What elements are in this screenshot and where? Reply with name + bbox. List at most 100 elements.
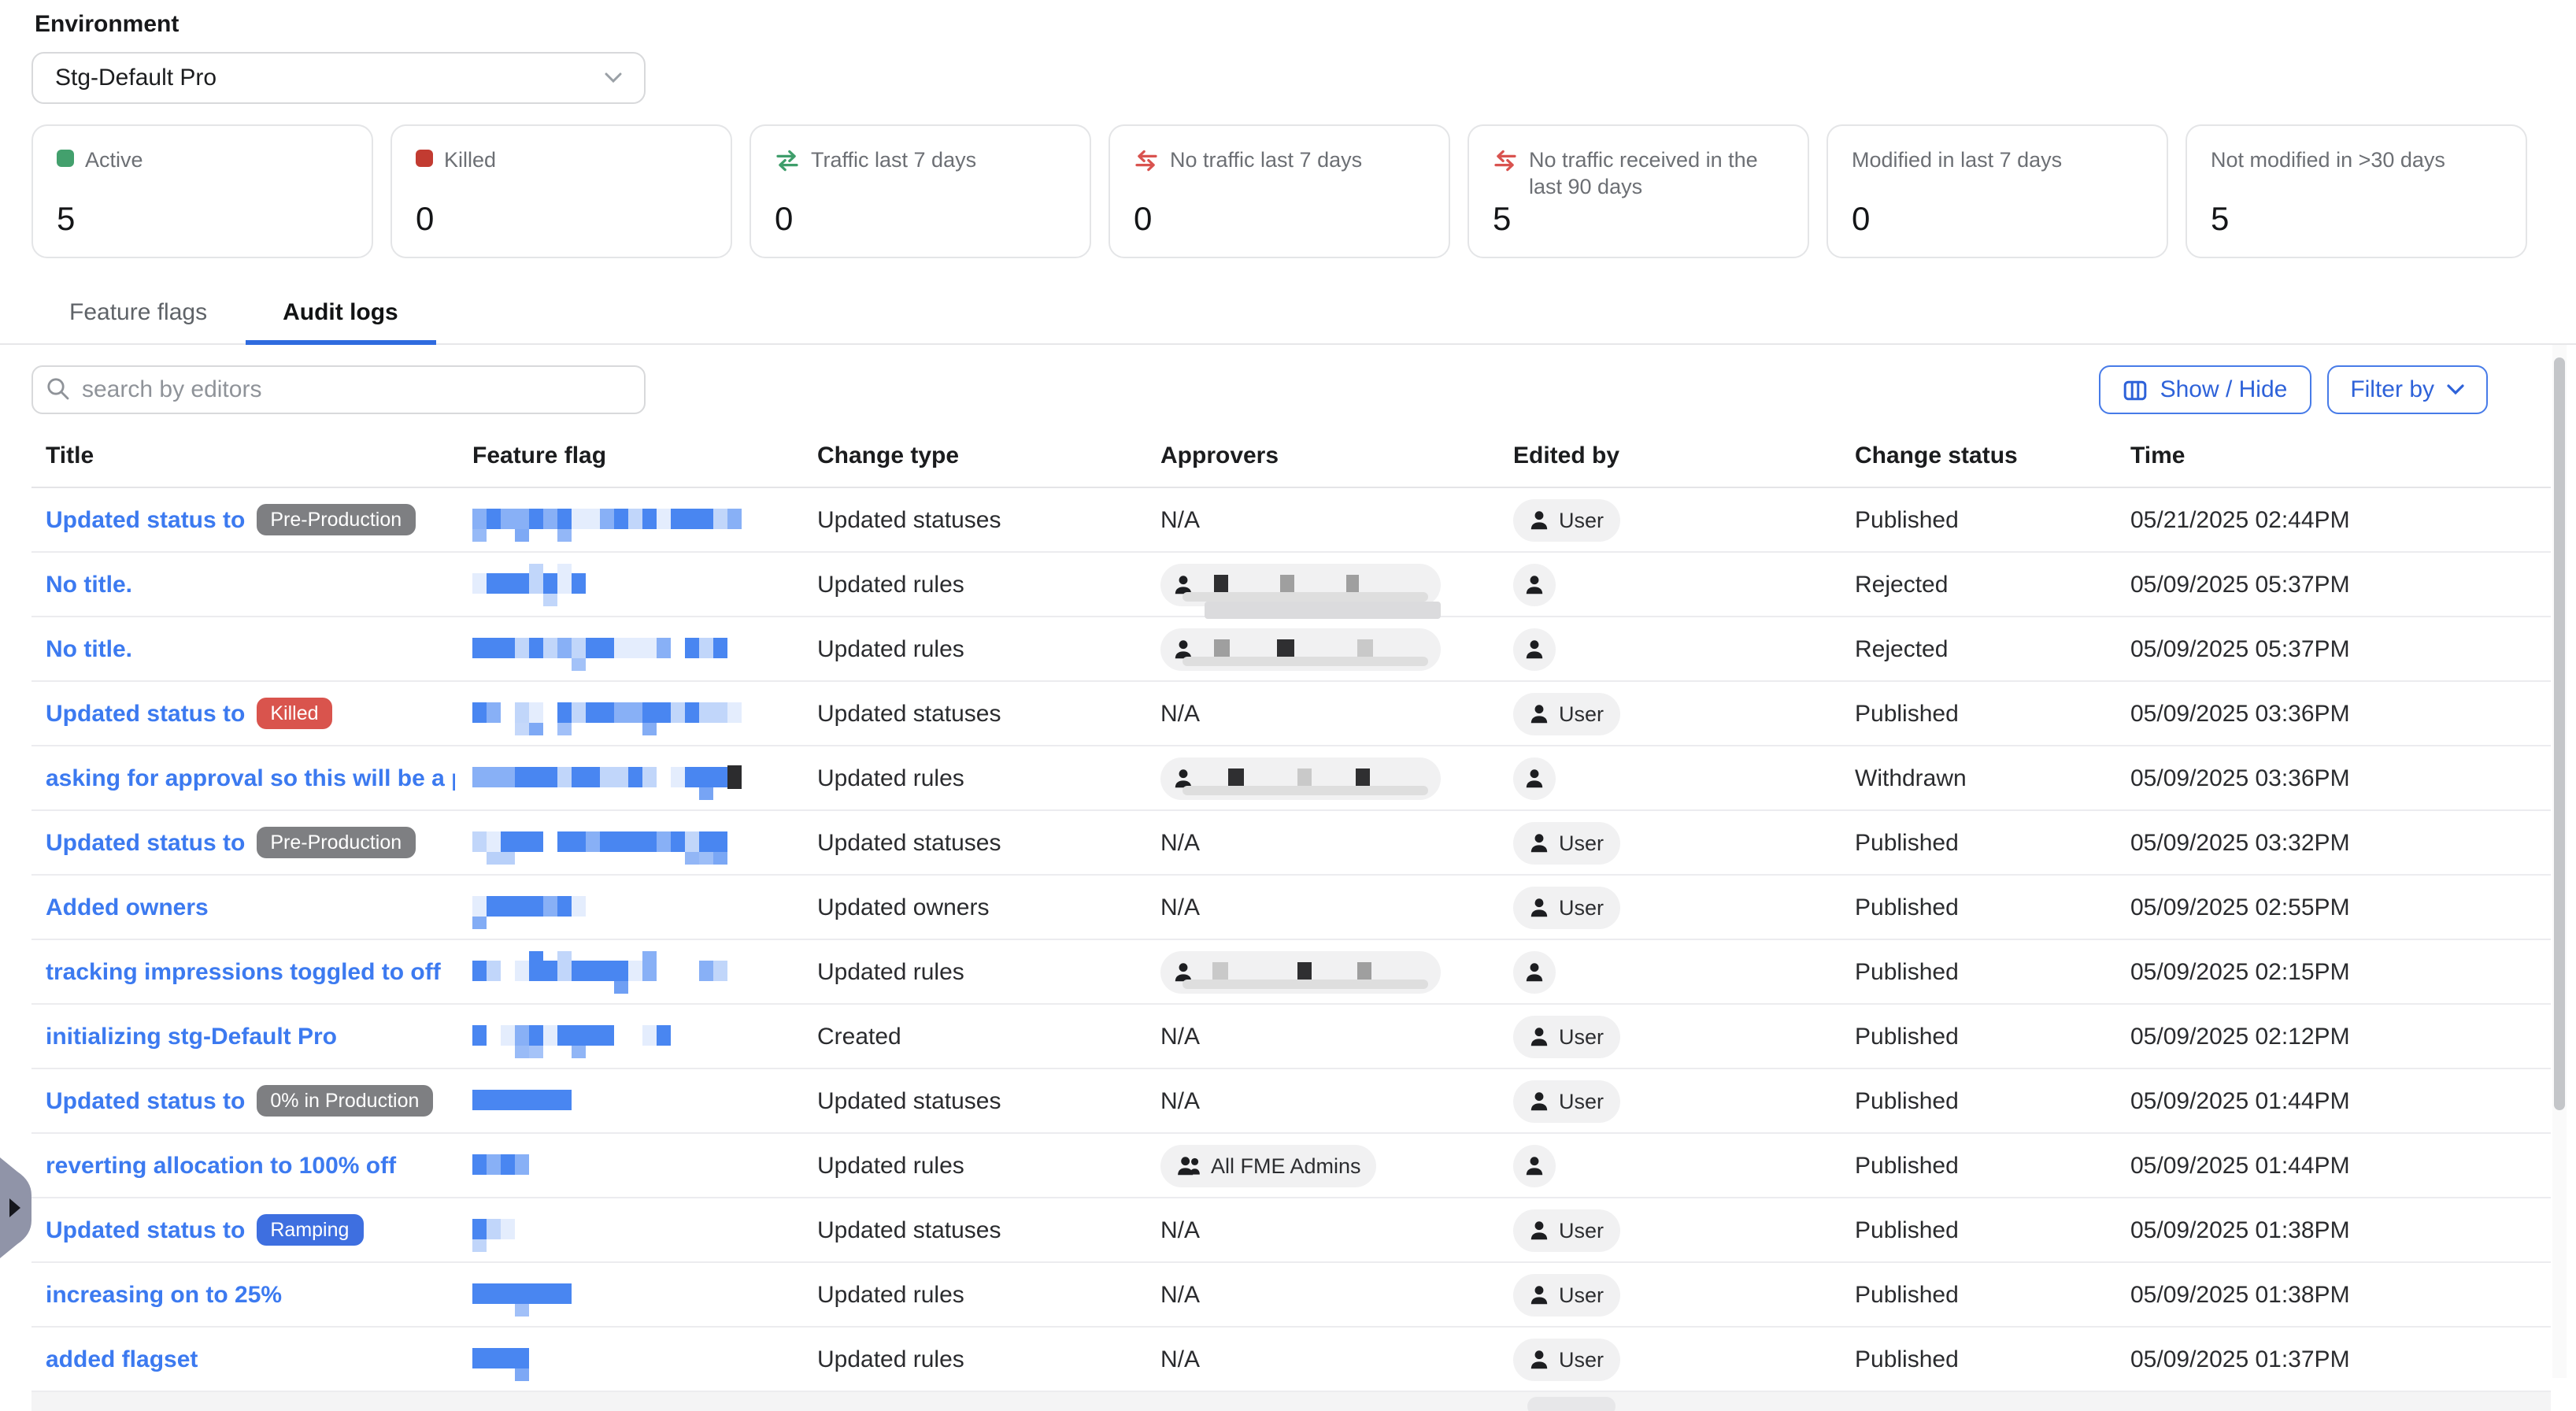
- feature-flag-redacted[interactable]: [472, 1013, 680, 1060]
- change-type-cell: Updated rules: [817, 635, 1160, 662]
- time-cell: 05/09/2025 03:36PM: [2130, 700, 2551, 727]
- editor-pill-anonymous[interactable]: [1513, 950, 1556, 993]
- chevron-down-icon: [605, 72, 622, 83]
- stat-cards-row: Active5Killed0Traffic last 7 days0No tra…: [31, 124, 2545, 258]
- editor-pill[interactable]: User: [1513, 692, 1619, 735]
- tab-feature-flags[interactable]: Feature flags: [31, 283, 245, 343]
- sidebar-expand-handle[interactable]: [0, 1157, 33, 1258]
- audit-title-link[interactable]: reverting allocation to 100% off: [46, 1152, 396, 1179]
- audit-title-link[interactable]: No title.: [46, 571, 132, 598]
- change-type-cell: Updated owners: [817, 894, 1160, 920]
- audit-title-link[interactable]: initializing stg-Default Pro: [46, 1023, 337, 1050]
- environment-select[interactable]: Stg-Default Pro: [31, 52, 646, 104]
- change-type-cell: Updated statuses: [817, 1217, 1160, 1243]
- feature-flag-redacted[interactable]: [472, 1271, 575, 1318]
- editor-pill-anonymous[interactable]: [1513, 563, 1556, 606]
- stat-card-3: Traffic last 7 days0: [749, 124, 1091, 258]
- feature-flag-redacted[interactable]: [472, 1206, 516, 1254]
- no-traffic-arrows-icon: [1134, 148, 1159, 173]
- audit-title-link[interactable]: Updated status to: [46, 1217, 245, 1243]
- approver-group-pill[interactable]: All FME Admins: [1160, 1144, 1377, 1187]
- filter-by-button[interactable]: Filter by: [2326, 365, 2488, 414]
- editor-name: User: [1559, 1024, 1604, 1048]
- feature-flag-redacted[interactable]: [472, 819, 727, 866]
- redacted-text-blur: [1183, 785, 1428, 794]
- column-header-change-type: Change type: [817, 442, 1160, 468]
- audit-title-link[interactable]: Updated status to: [46, 829, 245, 856]
- editor-pill[interactable]: User: [1513, 1338, 1619, 1380]
- feature-flag-redacted[interactable]: [472, 690, 751, 737]
- column-header-time: Time: [2130, 442, 2551, 468]
- editor-name: User: [1559, 895, 1604, 919]
- approver-pill-redacted[interactable]: [1160, 563, 1441, 606]
- editor-pill[interactable]: User: [1513, 498, 1619, 541]
- feature-flag-redacted[interactable]: [472, 754, 754, 802]
- editor-pill[interactable]: User: [1513, 1015, 1619, 1057]
- feature-flag-redacted[interactable]: [472, 561, 590, 608]
- stat-card-label: Active: [85, 146, 143, 173]
- table-row: tracking impressions toggled to offUpdat…: [31, 940, 2551, 1005]
- stat-card-value: 5: [57, 202, 348, 239]
- approvers-na: N/A: [1160, 700, 1200, 727]
- audit-title-link[interactable]: Added owners: [46, 894, 209, 920]
- approver-pill-redacted[interactable]: [1160, 950, 1441, 993]
- feature-flag-redacted[interactable]: [472, 948, 735, 995]
- approver-pill-redacted[interactable]: [1160, 757, 1441, 799]
- editor-pill[interactable]: User: [1513, 821, 1619, 864]
- editor-pill-anonymous[interactable]: [1513, 1144, 1556, 1187]
- audit-title-link[interactable]: No title.: [46, 635, 132, 662]
- stat-card-2: Killed0: [390, 124, 732, 258]
- change-type-cell: Updated rules: [817, 571, 1160, 598]
- editor-pill[interactable]: User: [1513, 1209, 1619, 1251]
- feature-flag-redacted[interactable]: [472, 1077, 575, 1124]
- show-hide-columns-button[interactable]: Show / Hide: [2099, 365, 2311, 414]
- column-header-feature-flag: Feature flag: [472, 442, 817, 468]
- table-row: Updated status toPre-ProductionUpdated s…: [31, 488, 2551, 553]
- audit-title-link[interactable]: added flagset: [46, 1346, 198, 1372]
- editor-pill[interactable]: User: [1513, 1273, 1619, 1316]
- change-type-cell: Updated statuses: [817, 700, 1160, 727]
- stat-card-label: Killed: [444, 146, 496, 173]
- time-cell: 05/09/2025 03:36PM: [2130, 765, 2551, 791]
- change-status-cell: Published: [1855, 1152, 2130, 1179]
- column-header-approvers: Approvers: [1160, 442, 1513, 468]
- feature-flag-redacted[interactable]: [472, 625, 727, 672]
- change-status-cell: Withdrawn: [1855, 765, 2130, 791]
- change-status-cell: Published: [1855, 894, 2130, 920]
- editor-pill[interactable]: User: [1513, 1080, 1619, 1122]
- audit-title-link[interactable]: asking for approval so this will be a pe: [46, 765, 455, 791]
- feature-flag-redacted[interactable]: [472, 496, 751, 543]
- time-cell: 05/09/2025 01:38PM: [2130, 1281, 2551, 1308]
- table-row: No title.Updated rulesRejected05/09/2025…: [31, 553, 2551, 617]
- audit-title-link[interactable]: increasing on to 25%: [46, 1281, 282, 1308]
- feature-flag-redacted[interactable]: [472, 1142, 542, 1189]
- editor-name: User: [1559, 831, 1604, 854]
- table-row-partial: [31, 1392, 2551, 1411]
- editor-pill-anonymous[interactable]: [1513, 757, 1556, 799]
- feature-flag-redacted[interactable]: [472, 1335, 542, 1383]
- table-row: reverting allocation to 100% offUpdated …: [31, 1134, 2551, 1198]
- scrollbar-thumb[interactable]: [2554, 357, 2565, 1110]
- approver-pill-redacted[interactable]: [1160, 628, 1441, 670]
- audit-title-link[interactable]: tracking impressions toggled to off: [46, 958, 441, 985]
- editor-pill[interactable]: User: [1513, 886, 1619, 928]
- tab-audit-logs[interactable]: Audit logs: [245, 283, 436, 343]
- change-status-cell: Rejected: [1855, 635, 2130, 662]
- audit-title-link[interactable]: Updated status to: [46, 1087, 245, 1114]
- approver-pill-blur-overlay: [1205, 601, 1441, 618]
- change-status-cell: Published: [1855, 1346, 2130, 1372]
- vertical-scrollbar[interactable]: [2552, 345, 2567, 1378]
- time-cell: 05/09/2025 01:38PM: [2130, 1217, 2551, 1243]
- feature-flag-redacted[interactable]: [472, 883, 590, 931]
- table-row: No title.Updated rulesRejected05/09/2025…: [31, 617, 2551, 682]
- chevron-down-icon: [2447, 384, 2464, 395]
- editor-pill-anonymous[interactable]: [1513, 628, 1556, 670]
- audit-title-link[interactable]: Updated status to: [46, 700, 245, 727]
- search-input[interactable]: [31, 365, 646, 414]
- editor-name: User: [1559, 1218, 1604, 1242]
- stat-card-label: Traffic last 7 days: [811, 146, 976, 173]
- audit-title-link[interactable]: Updated status to: [46, 506, 245, 533]
- change-type-cell: Updated rules: [817, 765, 1160, 791]
- stat-card-1: Active 5: [31, 124, 373, 258]
- time-cell: 05/09/2025 02:12PM: [2130, 1023, 2551, 1050]
